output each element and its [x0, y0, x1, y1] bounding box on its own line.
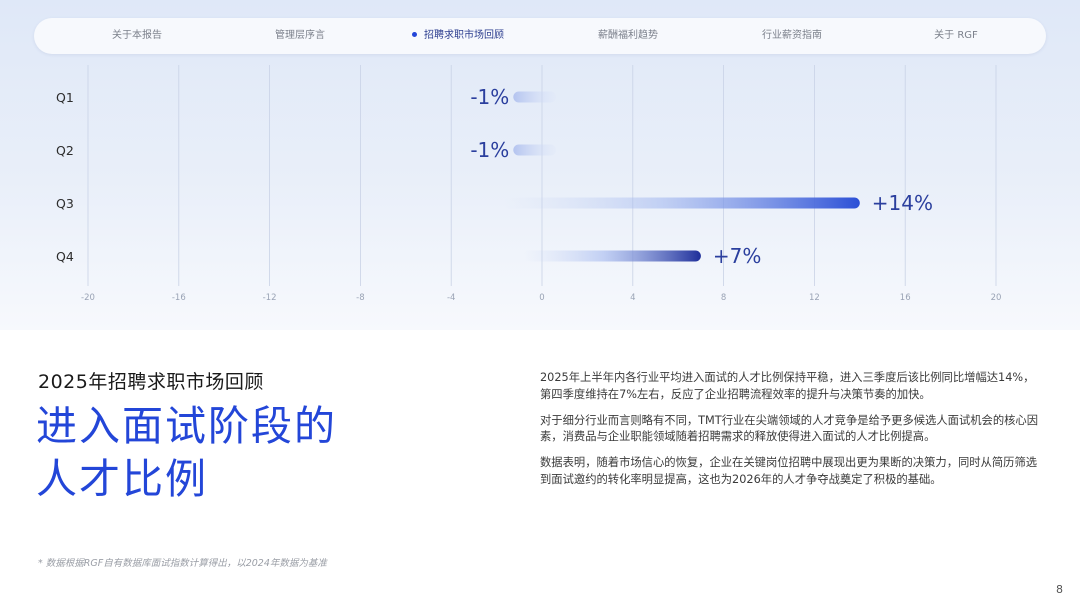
nav-tab-about-report[interactable]: 关于本报告 [112, 18, 162, 54]
nav-tab-market-review[interactable]: 招聘求职市场回顾 [412, 18, 504, 54]
x-tick-label: -4 [447, 293, 455, 303]
page-number: 8 [1056, 583, 1063, 596]
x-tick-label: 4 [630, 293, 635, 303]
footnote: * 数据根据RGF自有数据库面试指数计算得出，以2024年数据为基准 [38, 558, 327, 569]
bar [513, 91, 556, 103]
x-tick-label: -16 [172, 293, 186, 303]
body-text: 2025年上半年内各行业平均进入面试的人才比例保持平稳，进入三季度后该比例同比增… [540, 370, 1040, 498]
nav-tab-management-foreword[interactable]: 管理层序言 [275, 18, 325, 54]
chart-svg: -20 -16 -12 -8 -4 0 4 8 12 16 20 Q1 -1% Q2 -1% Q3 +14% Q4… [56, 65, 1002, 303]
y-category-label: Q3 [56, 196, 74, 211]
nav-tab-label: 薪酬福利趋势 [598, 30, 658, 41]
paragraph: 数据表明，随着市场信心的恢复，企业在关键岗位招聘中展现出更为果断的决策力，同时从… [540, 456, 1038, 486]
nav-tab-label: 关于 RGF [934, 30, 978, 41]
x-tick-label: 0 [539, 293, 544, 303]
page-headline: 进入面试阶段的 人才比例 [36, 400, 456, 506]
x-tick-label: 8 [721, 293, 726, 303]
y-category-label: Q1 [56, 90, 74, 105]
x-tick-label: 12 [809, 293, 820, 303]
active-dot-icon [412, 31, 417, 37]
y-category-label: Q4 [56, 249, 74, 264]
data-label: -1% [470, 138, 509, 162]
x-tick-label: -20 [81, 293, 95, 303]
bar [513, 144, 556, 156]
headline-line-2: 人才比例 [36, 455, 208, 503]
x-tick-label: -8 [356, 293, 364, 303]
bar [503, 197, 860, 209]
data-label: -1% [470, 85, 509, 109]
bar [522, 250, 701, 262]
section-subtitle: 2025年招聘求职市场回顾 [38, 371, 264, 393]
x-tick-label: 16 [900, 293, 911, 303]
top-navigation: 关于本报告 管理层序言 招聘求职市场回顾 薪酬福利趋势 行业薪资指南 关于 RG… [34, 18, 1046, 54]
x-tick-label: -12 [263, 293, 277, 303]
data-label: +7% [713, 244, 762, 268]
data-label: +14% [872, 191, 933, 215]
nav-tab-salary-guide[interactable]: 行业薪资指南 [762, 18, 822, 54]
nav-tab-label: 行业薪资指南 [762, 30, 822, 41]
nav-tab-label: 关于本报告 [112, 30, 162, 41]
nav-tab-label: 管理层序言 [275, 30, 325, 41]
paragraph: 对于细分行业而言则略有不同，TMT行业在尖端领域的人才竞争是给予更多候选人面试机… [540, 413, 1039, 444]
nav-tab-about-rgf[interactable]: 关于 RGF [934, 18, 978, 54]
interview-ratio-chart: -20 -16 -12 -8 -4 0 4 8 12 16 20 Q1 -1% Q2 -1% Q3 +14% Q4… [0, 60, 1080, 314]
headline-line-1: 进入面试阶段的 [36, 402, 337, 450]
nav-tab-label: 招聘求职市场回顾 [424, 30, 504, 41]
y-category-label: Q2 [56, 143, 74, 158]
nav-tab-compensation-trends[interactable]: 薪酬福利趋势 [598, 18, 658, 54]
x-tick-label: 20 [991, 293, 1002, 303]
paragraph: 2025年上半年内各行业平均进入面试的人才比例保持平稳，进入三季度后该比例同比增… [540, 371, 1035, 401]
